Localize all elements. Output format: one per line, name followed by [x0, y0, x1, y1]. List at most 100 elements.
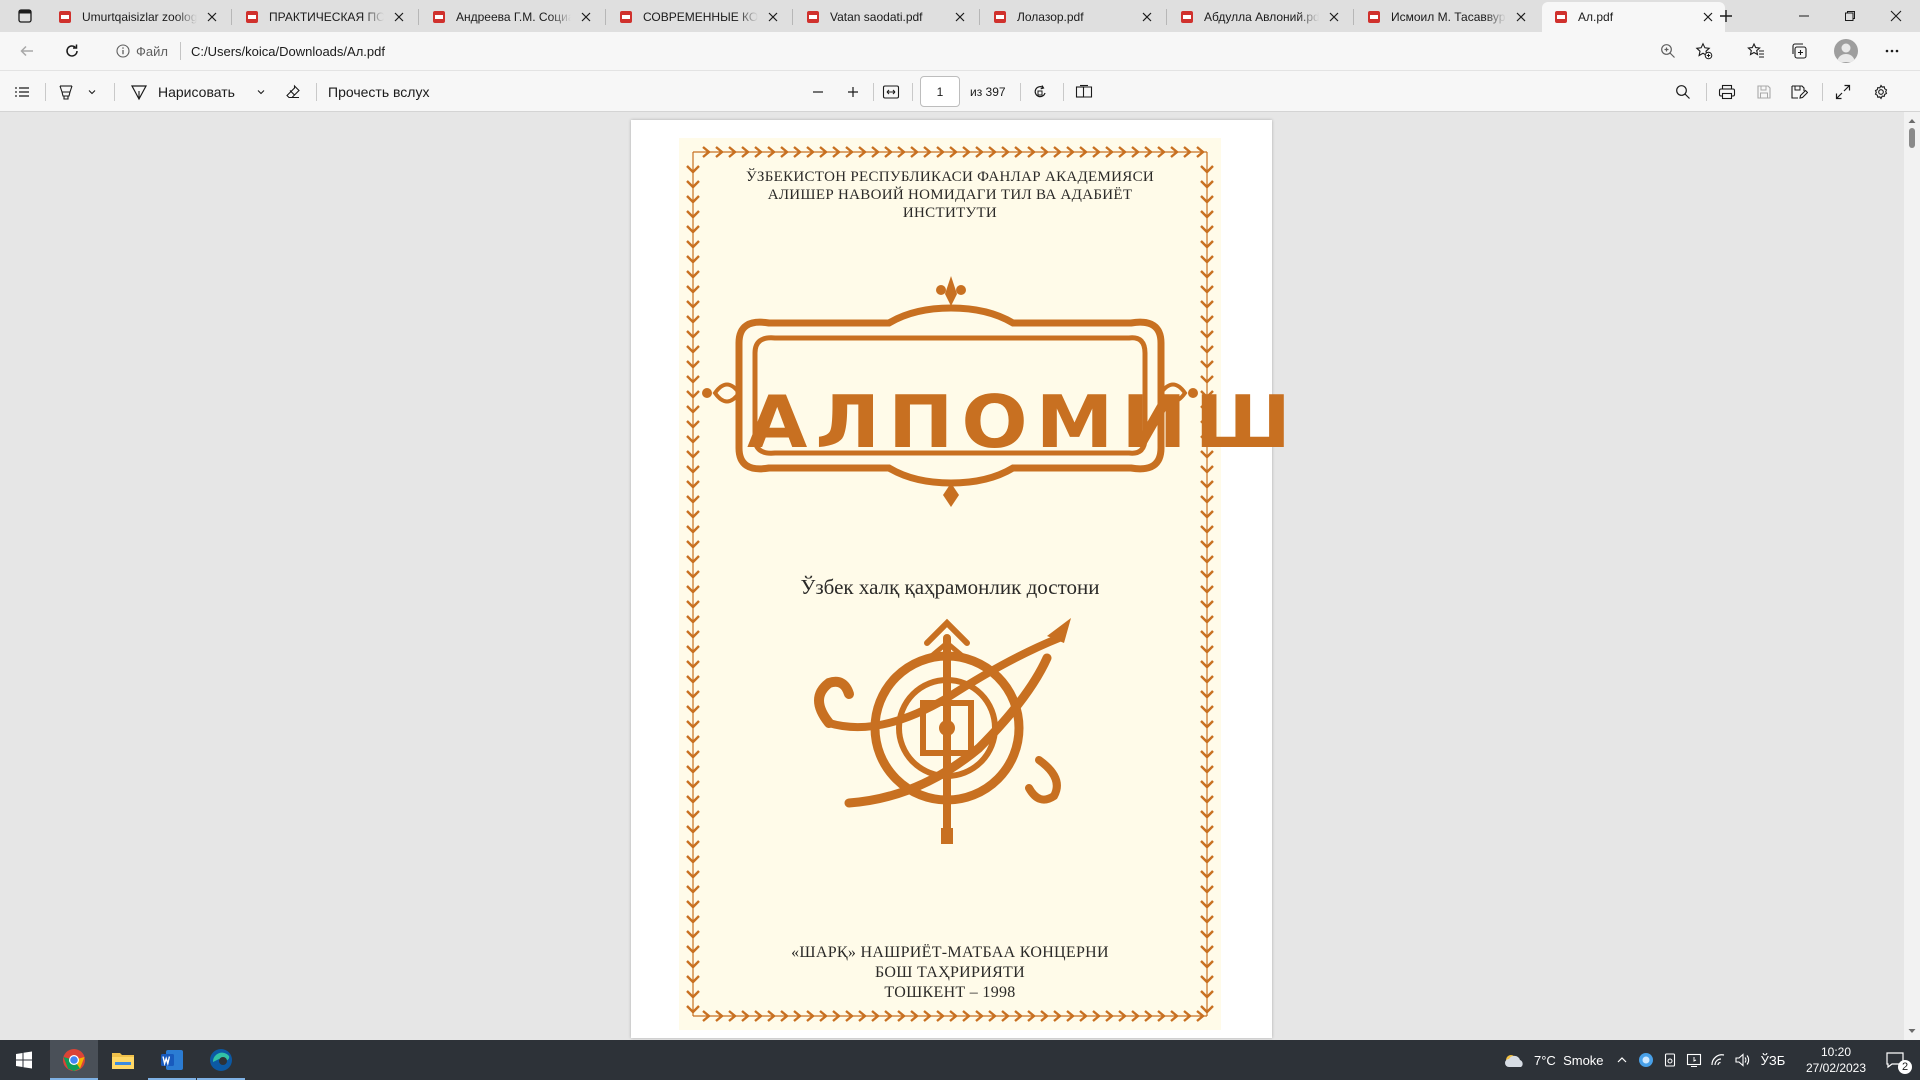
- clock-button[interactable]: 10:20 27/02/2023: [1798, 1040, 1874, 1080]
- browser-tab[interactable]: Ал.pdf: [1542, 2, 1725, 32]
- tab-separator: [605, 9, 606, 25]
- imprint-line: БОШ ТАҲРИРИЯТИ: [875, 964, 1025, 981]
- browser-tab[interactable]: Лолазор.pdf: [981, 2, 1164, 32]
- more-icon: [1885, 49, 1899, 53]
- page-view-button[interactable]: [1071, 79, 1097, 105]
- pdf-viewer[interactable]: ЎЗБЕКИСТОН РЕСПУБЛИКАСИ ФАНЛАР АКАДЕМИЯС…: [0, 112, 1904, 1040]
- chevron-down-icon: [257, 90, 265, 95]
- browser-tab[interactable]: Vatan saodati.pdf: [794, 2, 977, 32]
- highlight-options-dropdown[interactable]: [82, 79, 102, 105]
- contents-button[interactable]: [10, 79, 34, 105]
- close-window-button[interactable]: [1873, 0, 1919, 32]
- tray-device-button[interactable]: [1660, 1040, 1680, 1080]
- vertical-scrollbar[interactable]: [1904, 112, 1920, 1040]
- back-button[interactable]: [13, 37, 41, 65]
- add-favorite-button[interactable]: [1692, 39, 1716, 63]
- zoom-out-button[interactable]: [806, 79, 830, 105]
- tab-actions-button[interactable]: [12, 4, 38, 28]
- input-language-button[interactable]: ЎЗБ: [1756, 1040, 1790, 1080]
- taskbar-app-edge[interactable]: [197, 1040, 245, 1080]
- windows-logo-icon: [16, 1051, 32, 1069]
- close-tab-button[interactable]: [1138, 8, 1156, 26]
- taskbar-app-chrome[interactable]: [50, 1040, 98, 1080]
- show-hidden-icons-button[interactable]: [1612, 1040, 1632, 1080]
- browser-tab[interactable]: Umurtqaisizlar zoologi: [46, 2, 229, 32]
- fit-page-button[interactable]: [878, 79, 904, 105]
- pdf-settings-button[interactable]: [1868, 79, 1894, 105]
- page-view-icon: [1075, 84, 1093, 98]
- taskbar-app-file-explorer[interactable]: [99, 1040, 147, 1080]
- save-as-button[interactable]: [1786, 79, 1812, 105]
- close-tab-button[interactable]: [1325, 8, 1343, 26]
- settings-more-button[interactable]: [1880, 39, 1904, 63]
- site-info-label: Файл: [136, 43, 168, 59]
- tab-title: Абдулла Авлоний.pdf: [1204, 10, 1319, 24]
- browser-tab[interactable]: ПРАКТИЧЕСКАЯ ПСИХ: [233, 2, 416, 32]
- draw-button[interactable]: Нарисовать: [130, 79, 250, 105]
- omnibox[interactable]: Файл C:/Users/koica/Downloads/Ал.pdf: [106, 35, 1706, 67]
- start-button[interactable]: [0, 1040, 48, 1080]
- minimize-button[interactable]: [1781, 0, 1827, 32]
- tab-separator: [231, 9, 232, 25]
- highlight-button[interactable]: [54, 79, 78, 105]
- url-text[interactable]: C:/Users/koica/Downloads/Ал.pdf: [191, 44, 385, 59]
- tab-separator: [1166, 9, 1167, 25]
- pdf-file-icon: [1181, 11, 1193, 23]
- close-icon: [1142, 12, 1152, 22]
- close-tab-button[interactable]: [1512, 8, 1530, 26]
- tray-app-button[interactable]: [1636, 1040, 1656, 1080]
- save-as-icon: [1791, 85, 1808, 99]
- find-button[interactable]: [1670, 79, 1696, 105]
- notifications-button[interactable]: 2: [1878, 1040, 1912, 1080]
- zoom-in-button[interactable]: [841, 79, 865, 105]
- profile-avatar[interactable]: [1834, 39, 1858, 63]
- close-tab-button[interactable]: [390, 8, 408, 26]
- person-icon: [1837, 43, 1855, 62]
- volume-button[interactable]: [1732, 1040, 1752, 1080]
- print-button[interactable]: [1714, 79, 1740, 105]
- close-tab-button[interactable]: [951, 8, 969, 26]
- tab-title: Vatan saodati.pdf: [830, 10, 923, 24]
- plus-icon: [1720, 10, 1732, 22]
- collections-button[interactable]: [1787, 39, 1811, 63]
- app-status-icon: [1639, 1053, 1653, 1067]
- page-number-input[interactable]: [920, 76, 960, 107]
- chevron-up-icon: [1617, 1057, 1627, 1063]
- close-icon: [207, 12, 217, 22]
- zoom-button[interactable]: [1656, 39, 1680, 63]
- weather-button[interactable]: [1502, 1040, 1528, 1080]
- close-tab-button[interactable]: [203, 8, 221, 26]
- site-info-button[interactable]: Файл: [106, 39, 176, 63]
- browser-tab[interactable]: СОВРЕМЕННЫЕ КОНЦ: [607, 2, 790, 32]
- close-icon: [1703, 12, 1713, 22]
- new-tab-button[interactable]: [1713, 4, 1739, 28]
- draw-options-dropdown[interactable]: [251, 79, 271, 105]
- refresh-button[interactable]: [58, 37, 86, 65]
- toolbar-separator: [1020, 83, 1021, 101]
- taskbar-app-word[interactable]: [148, 1040, 196, 1080]
- network-button[interactable]: [1708, 1040, 1728, 1080]
- pdf-file-icon: [59, 11, 71, 23]
- eraser-icon: [286, 84, 300, 99]
- browser-tab[interactable]: Абдулла Авлоний.pdf: [1168, 2, 1351, 32]
- restore-button[interactable]: [1827, 0, 1873, 32]
- tray-screen-button[interactable]: [1684, 1040, 1704, 1080]
- search-icon: [1676, 85, 1690, 99]
- scroll-thumb[interactable]: [1909, 128, 1915, 148]
- read-aloud-button[interactable]: Прочесть вслух: [328, 79, 448, 105]
- cloud-icon: [1505, 1055, 1523, 1067]
- fullscreen-button[interactable]: [1830, 79, 1856, 105]
- close-tab-button[interactable]: [764, 8, 782, 26]
- save-button[interactable]: [1751, 79, 1777, 105]
- eraser-button[interactable]: [280, 79, 306, 105]
- clock-time: 10:20: [1820, 1045, 1852, 1059]
- favorites-button[interactable]: [1744, 39, 1768, 63]
- minus-icon: [813, 91, 823, 93]
- notification-count-badge: 2: [1898, 1060, 1912, 1074]
- close-tab-button[interactable]: [577, 8, 595, 26]
- rotate-button[interactable]: [1027, 79, 1053, 105]
- browser-tab[interactable]: Андреева Г.М. Социал: [420, 2, 603, 32]
- browser-tab[interactable]: Исмоил М. Тасаввур: [1355, 2, 1538, 32]
- read-aloud-label: Прочесть вслух: [328, 84, 430, 100]
- tab-separator: [418, 9, 419, 25]
